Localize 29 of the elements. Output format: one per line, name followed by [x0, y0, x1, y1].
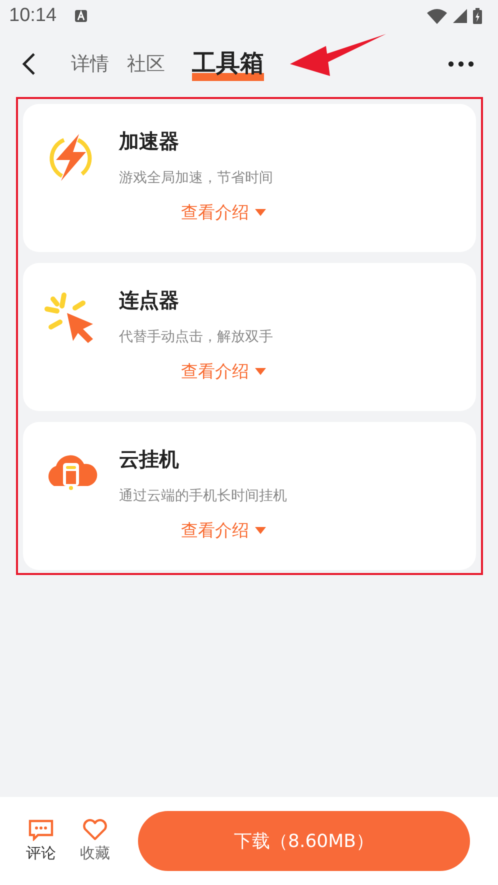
- tab[interactable]: 详情: [64, 51, 116, 77]
- view-intro-link[interactable]: 查看介绍: [181, 519, 266, 542]
- tab[interactable]: 社区: [120, 51, 172, 77]
- view-intro-link[interactable]: 查看介绍: [181, 201, 266, 224]
- tool-card[interactable]: 加速器 游戏全局加速，节省时间 查看介绍: [23, 104, 476, 252]
- view-intro-link[interactable]: 查看介绍: [181, 360, 266, 383]
- battery-icon: [473, 8, 482, 24]
- signal-icon: [453, 9, 467, 23]
- tool-description: 游戏全局加速，节省时间: [119, 169, 274, 187]
- caret-icon: [255, 209, 266, 216]
- caret-icon: [255, 368, 266, 375]
- tool-card[interactable]: 云挂机 通过云端的手机长时间挂机 查看介绍: [23, 422, 476, 570]
- tool-description: 代替手动点击，解放双手: [119, 328, 274, 346]
- notification-icon: [74, 10, 87, 22]
- comment-icon: [28, 819, 54, 841]
- download-button[interactable]: 下载（8.60MB）: [138, 811, 470, 871]
- more-icon[interactable]: [448, 61, 474, 67]
- wifi-icon: [427, 8, 447, 24]
- tool-description: 通过云端的手机长时间挂机: [119, 487, 288, 505]
- heart-icon: [82, 819, 108, 841]
- tool-name: 云挂机: [119, 446, 180, 473]
- tool-card[interactable]: 连点器 代替手动点击，解放双手 查看介绍: [23, 263, 476, 411]
- caret-icon: [255, 527, 266, 534]
- tool-name: 连点器: [119, 287, 180, 314]
- comment-button[interactable]: 评论: [26, 819, 56, 863]
- back-icon[interactable]: [22, 52, 36, 76]
- status-time: 10:14: [9, 5, 57, 27]
- favorite-button[interactable]: 收藏: [80, 819, 110, 863]
- tool-name: 加速器: [119, 128, 180, 155]
